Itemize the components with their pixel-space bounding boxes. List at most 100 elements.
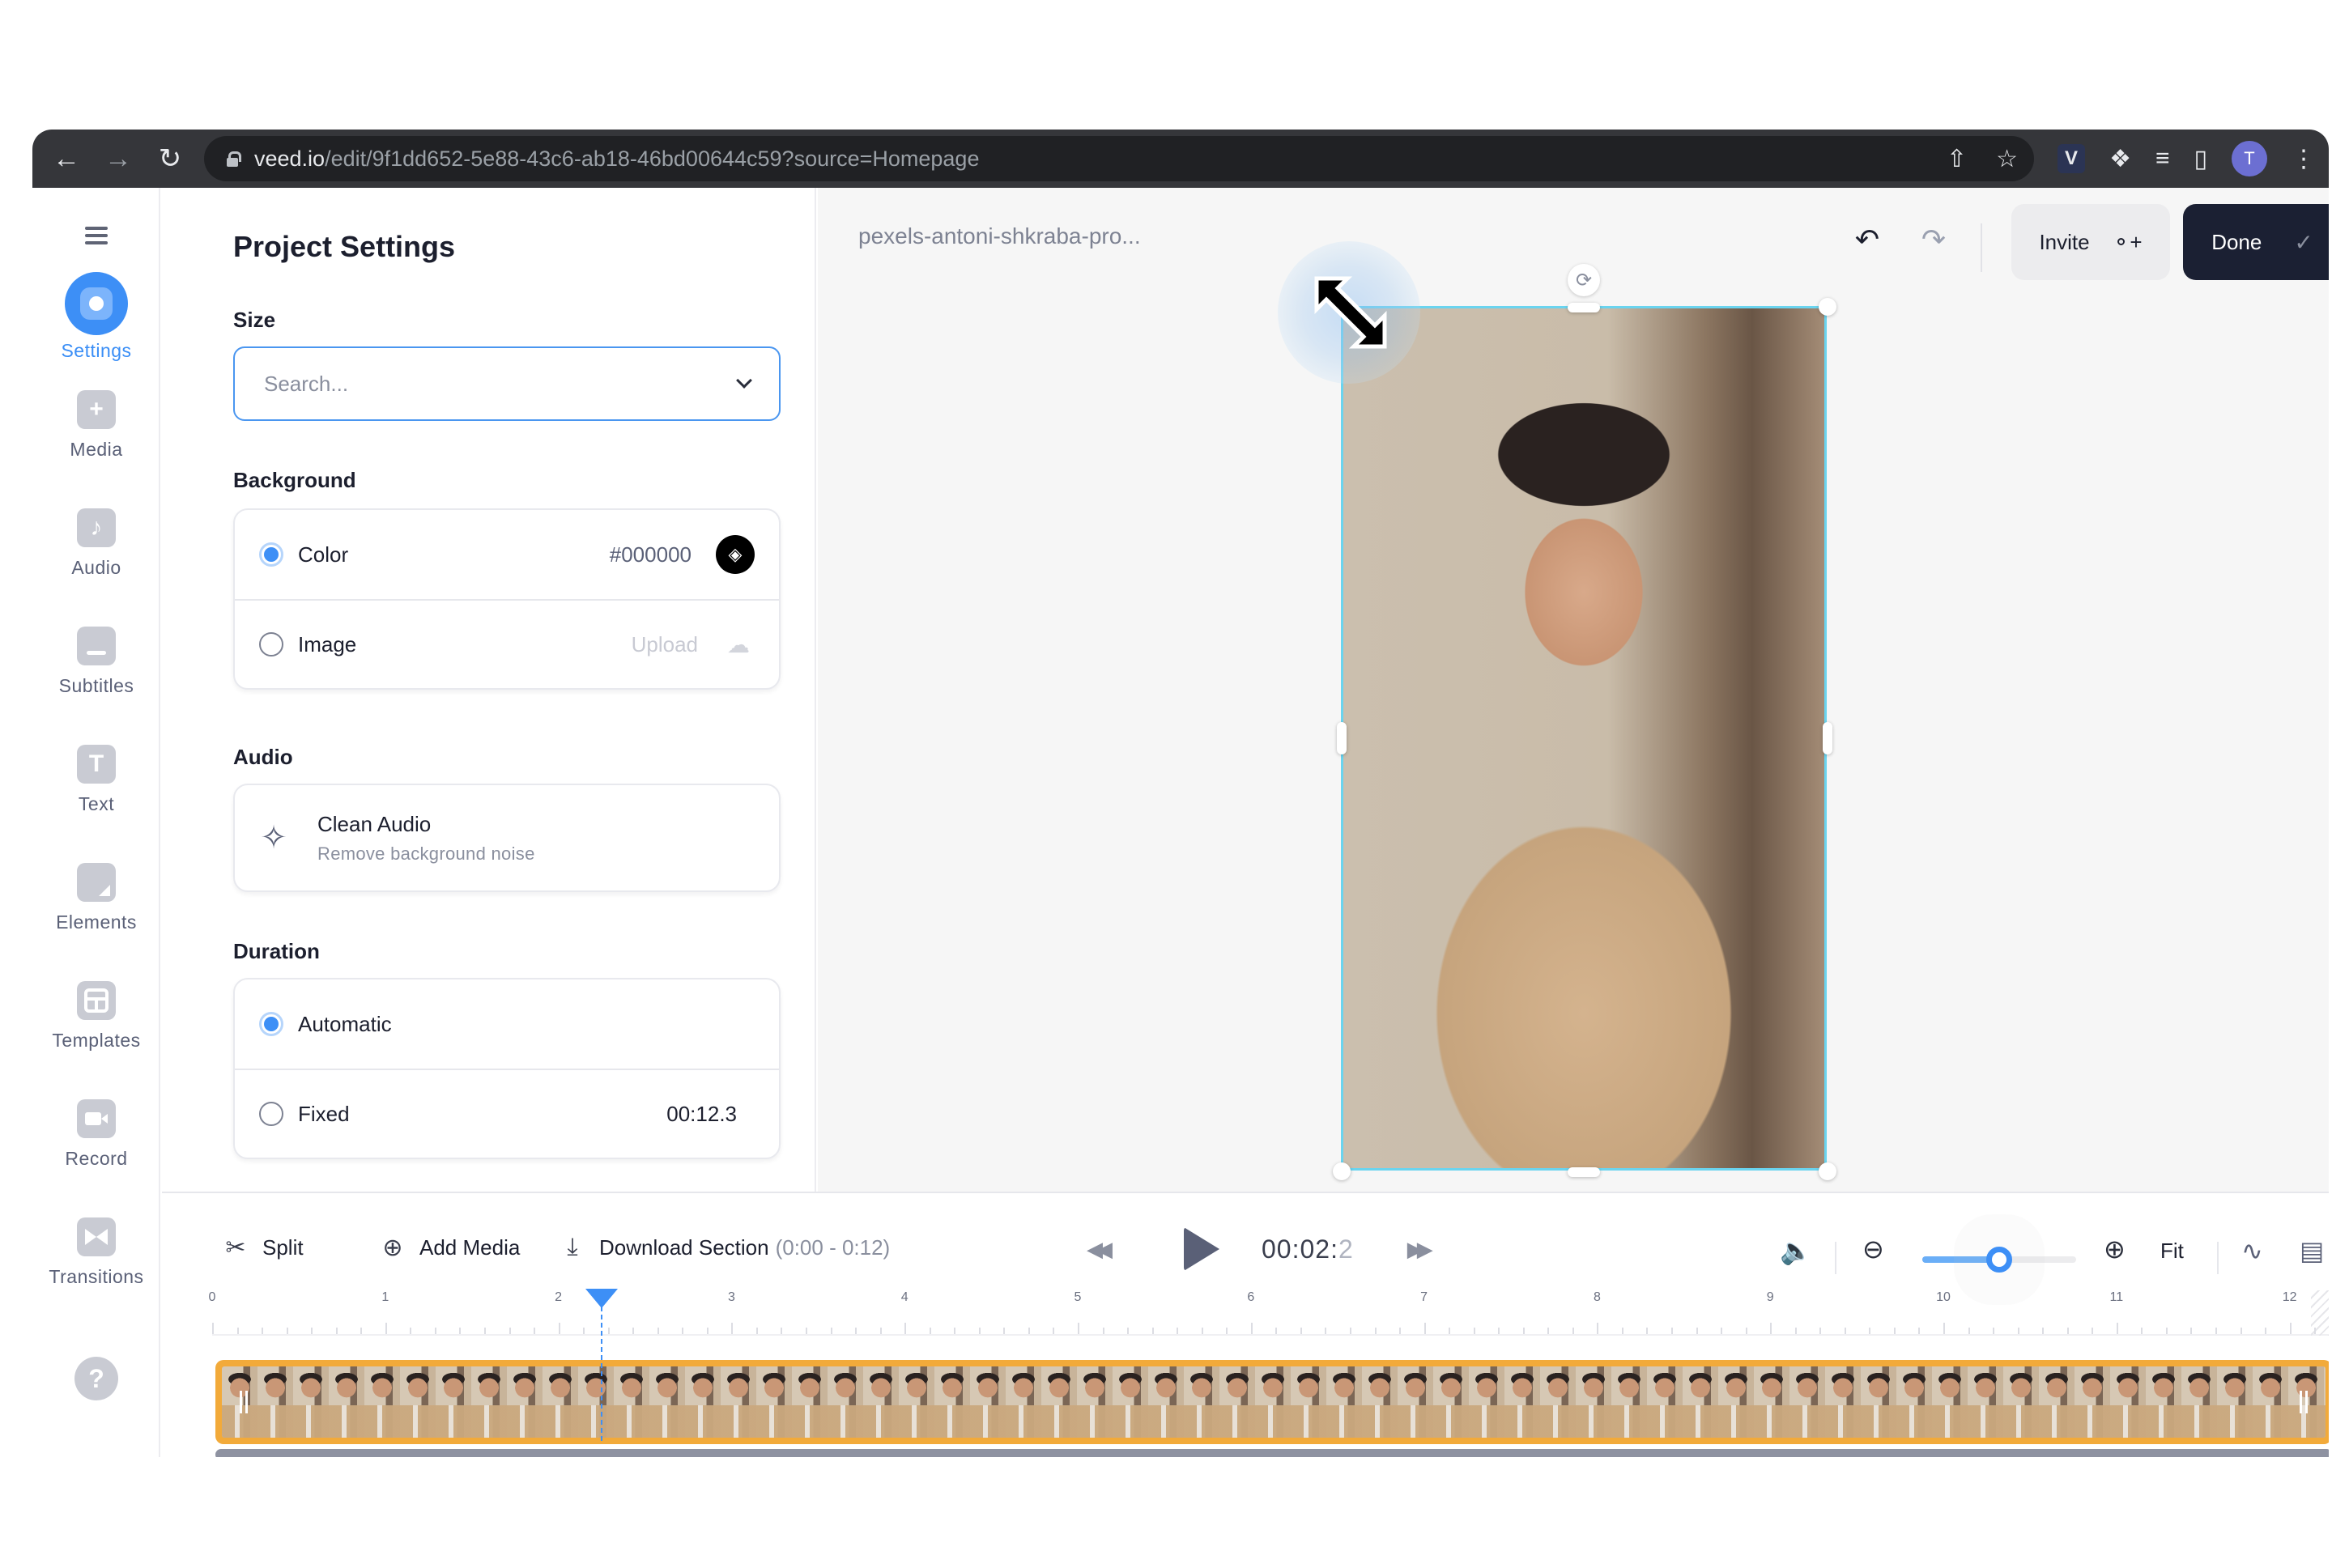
slider-thumb[interactable] (1986, 1247, 2012, 1273)
fit-button[interactable]: Fit (2160, 1239, 2184, 1264)
star-icon[interactable]: ☆ (1996, 145, 2018, 173)
help-button[interactable]: ? (32, 1357, 160, 1400)
sidebar-item-settings[interactable]: Settings (32, 272, 160, 362)
sidebar-item-templates[interactable]: Templates (32, 981, 160, 1052)
ruler-minor-tick (682, 1328, 684, 1334)
color-radio[interactable] (259, 542, 283, 567)
image-radio[interactable] (259, 632, 283, 657)
ruler-minor-tick (236, 1328, 239, 1334)
ruler-major-tick (2116, 1323, 2118, 1334)
zoom-out-icon[interactable]: ⊖ (1862, 1234, 1884, 1264)
clip-trim-handle-right[interactable] (2300, 1391, 2308, 1413)
download-section-button[interactable]: ⤓ Download Section (0:00 - 0:12) (559, 1234, 890, 1261)
ruler-minor-tick (286, 1328, 288, 1334)
clean-audio-title: Clean Audio (317, 811, 432, 836)
color-hex-value[interactable]: #000000 (610, 542, 692, 567)
resize-handle-bottom-left[interactable] (1333, 1162, 1351, 1180)
resize-handle-top[interactable] (1568, 303, 1600, 312)
rotate-handle-icon[interactable]: ⟳ (1568, 264, 1600, 296)
resize-handle-right[interactable] (1823, 722, 1832, 754)
size-select[interactable]: Search... (233, 346, 781, 421)
undo-icon[interactable]: ↶ (1845, 217, 1890, 262)
option-label: Image (298, 631, 357, 657)
forward-icon[interactable]: → (92, 133, 144, 185)
reload-icon[interactable]: ↻ (144, 133, 196, 185)
share-icon[interactable]: ⇧ (1947, 145, 1967, 173)
timeline-scrollbar[interactable] (215, 1449, 2329, 1457)
rewind-icon[interactable]: ◀◀ (1087, 1237, 1113, 1262)
playhead-handle[interactable] (585, 1289, 619, 1308)
transport-controls: ◀◀ 00:02:2 ▶▶ (1087, 1227, 1433, 1271)
resize-handle-bottom[interactable] (1568, 1167, 1600, 1177)
resize-handle-top-right[interactable] (1819, 298, 1836, 316)
back-icon[interactable]: ← (40, 133, 92, 185)
ruler-minor-tick (1721, 1328, 1723, 1334)
resize-handle-left[interactable] (1337, 722, 1347, 754)
kebab-menu-icon[interactable]: ⋮ (2292, 145, 2316, 173)
puzzle-icon[interactable]: ❖ (2109, 145, 2131, 173)
ruler-minor-tick (1893, 1328, 1896, 1334)
size-label: Size (233, 308, 276, 332)
veed-editor: Settings + Media ♪ Audio Subtitles T Tex… (32, 188, 2329, 1457)
ruler-minor-tick (1399, 1328, 1402, 1334)
video-preview[interactable] (1341, 306, 1827, 1171)
address-bar[interactable]: veed.io/edit/9f1dd652-5e88-43c6-ab18-46b… (204, 136, 2034, 181)
invite-button[interactable]: Invite ⚬+ (2011, 204, 2170, 280)
timeline-ruler[interactable]: 0 1 2 3 4 5 6 7 8 9 10 11 12 (209, 1290, 2329, 1339)
ruler-label: 4 (900, 1290, 909, 1304)
play-icon[interactable] (1184, 1227, 1219, 1271)
layout-icon (77, 981, 116, 1020)
side-panel-icon[interactable]: ▯ (2194, 145, 2207, 173)
add-media-button[interactable]: ⊕ Add Media (379, 1234, 520, 1262)
volume-icon[interactable]: 🔈 (1780, 1235, 1812, 1266)
paint-bucket-icon[interactable]: ◈ (716, 535, 755, 574)
duration-option-automatic[interactable]: Automatic (235, 979, 779, 1069)
divider (2217, 1242, 2219, 1274)
clip-trim-handle-left[interactable] (240, 1391, 248, 1413)
background-option-image[interactable]: Image Upload ☁ (235, 599, 779, 688)
hamburger-menu-icon[interactable] (85, 227, 108, 244)
sticker-icon (77, 863, 116, 902)
timeline: ✂ Split ⊕ Add Media ⤓ Download Section (… (162, 1192, 2329, 1457)
upload-link[interactable]: Upload (632, 632, 698, 657)
resize-handle-bottom-right[interactable] (1819, 1162, 1836, 1180)
ruler-minor-tick (1794, 1328, 1797, 1334)
veed-extension-icon[interactable]: V (2058, 144, 2086, 173)
sidebar-item-label: Settings (61, 340, 132, 361)
sidebar-item-transitions[interactable]: Transitions (32, 1217, 160, 1288)
fast-forward-icon[interactable]: ▶▶ (1407, 1237, 1433, 1262)
sidebar-item-audio[interactable]: ♪ Audio (32, 508, 160, 579)
ruler-label: 9 (1766, 1290, 1774, 1304)
split-button[interactable]: ✂ Split (222, 1234, 303, 1262)
duration-option-fixed[interactable]: Fixed 00:12.3 (235, 1069, 779, 1158)
fixed-duration-value[interactable]: 00:12.3 (666, 1102, 737, 1127)
music-note-icon: ♪ (77, 508, 116, 547)
profile-avatar[interactable]: T (2232, 141, 2267, 176)
background-option-color[interactable]: Color #000000 ◈ (235, 510, 779, 599)
sidebar-item-text[interactable]: T Text (32, 745, 160, 815)
video-clip[interactable] (215, 1360, 2329, 1444)
lock-icon (227, 151, 241, 167)
ruler-minor-tick (1522, 1328, 1525, 1334)
sidebar-item-subtitles[interactable]: Subtitles (32, 627, 160, 697)
zoom-in-icon[interactable]: ⊕ (2104, 1234, 2126, 1264)
waveform-icon[interactable]: ∿ (2241, 1235, 2263, 1266)
sidebar-item-elements[interactable]: Elements (32, 863, 160, 933)
fixed-radio[interactable] (259, 1102, 283, 1126)
cloud-upload-icon[interactable]: ☁ (722, 628, 755, 661)
ruler-minor-tick (855, 1328, 857, 1334)
sidebar-item-record[interactable]: Record (32, 1099, 160, 1170)
timeline-zoom-slider[interactable] (1922, 1247, 2076, 1273)
automatic-radio[interactable] (259, 1012, 283, 1036)
done-button[interactable]: Done ✓ (2183, 204, 2329, 280)
redo-icon[interactable]: ↷ (1911, 217, 1956, 262)
project-filename[interactable]: pexels-antoni-shkraba-pro... (858, 223, 1141, 249)
sidebar-item-media[interactable]: + Media (32, 390, 160, 461)
background-label: Background (233, 468, 356, 492)
media-queue-icon[interactable]: ≡ (2155, 145, 2170, 172)
ruler-minor-tick (706, 1328, 709, 1334)
resize-cursor-icon (1314, 276, 1387, 349)
option-label: Color (298, 542, 349, 567)
comment-icon[interactable]: ▤ (2300, 1235, 2324, 1266)
clean-audio-card[interactable]: ✧ Clean Audio Remove background noise (233, 784, 781, 892)
